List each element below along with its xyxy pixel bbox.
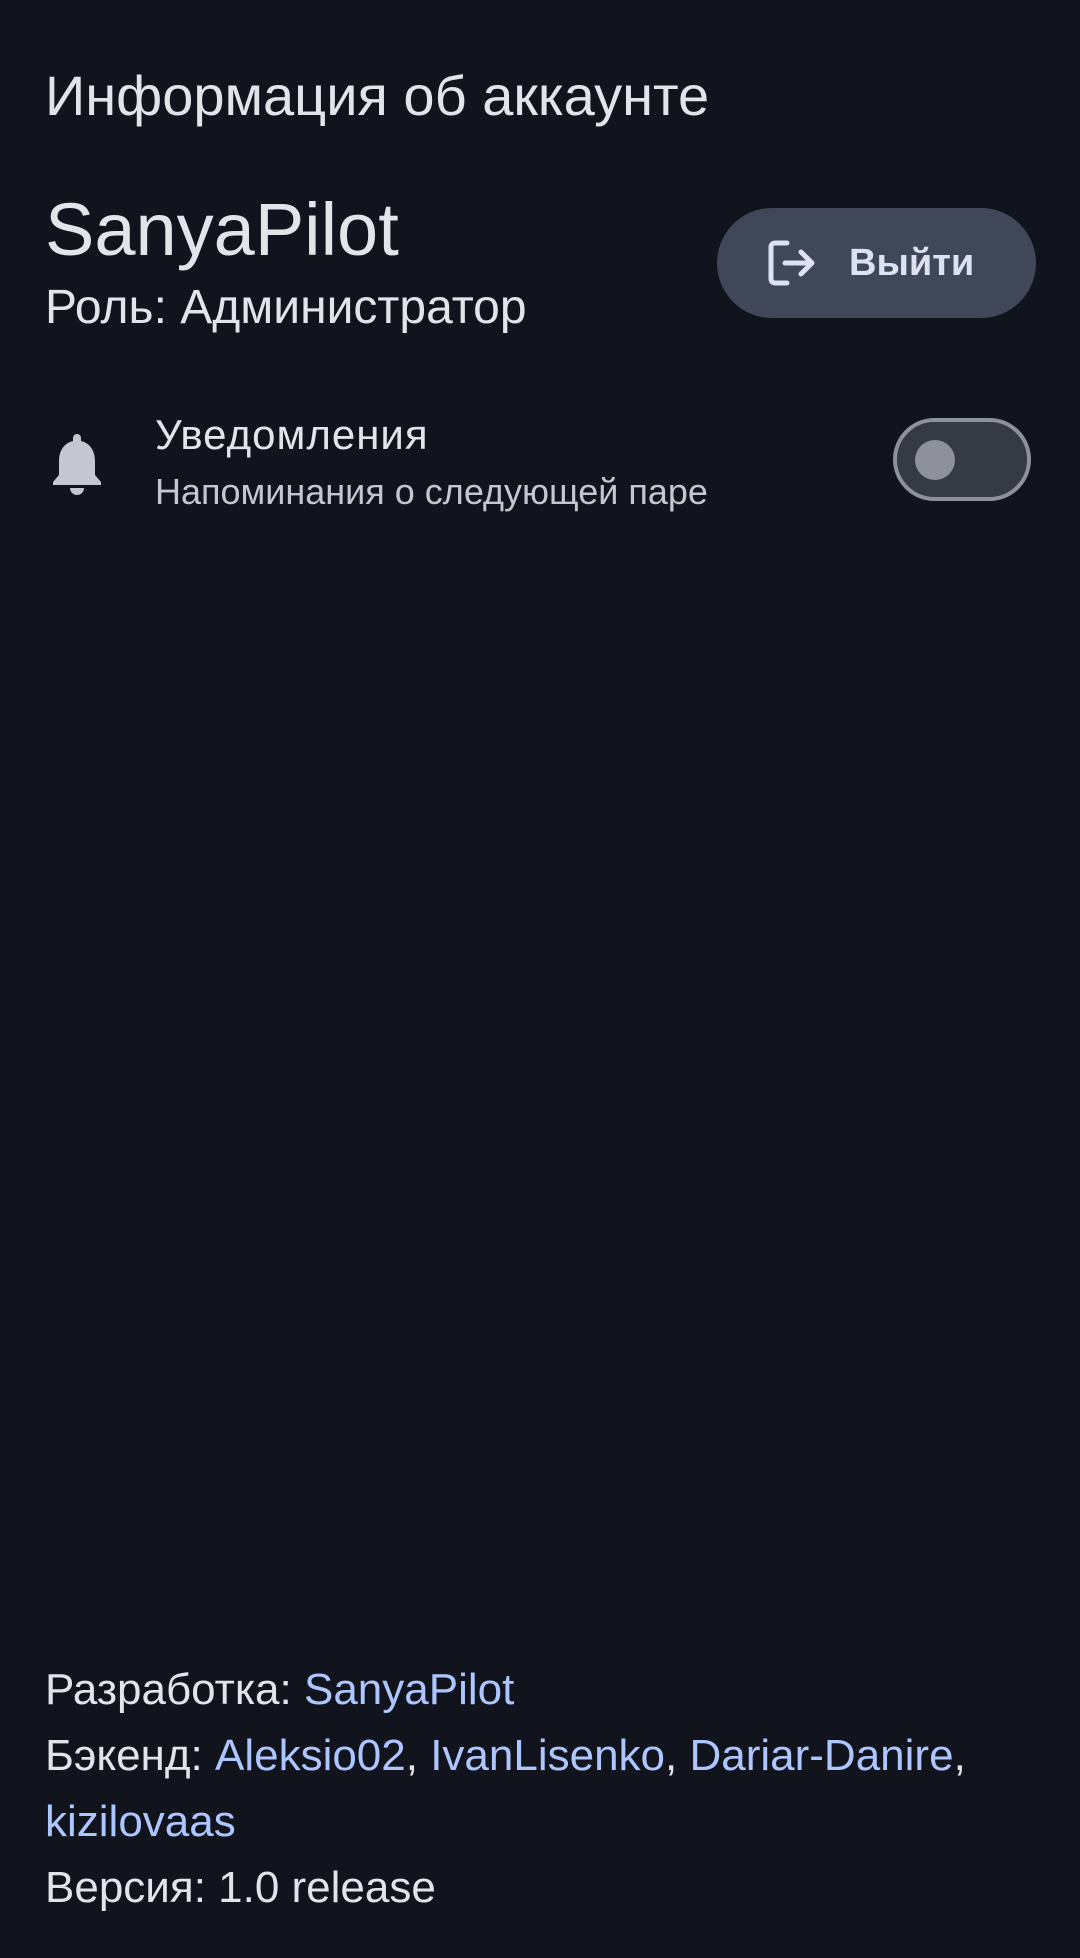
- backend-dev-link[interactable]: Dariar-Danire: [689, 1731, 953, 1780]
- logout-icon: [768, 240, 815, 286]
- separator: ,: [665, 1731, 690, 1780]
- version-text: Версия: 1.0 release: [45, 1863, 436, 1912]
- credits-backend-line-2: kizilovaas: [45, 1789, 1035, 1855]
- account-username: SanyaPilot: [45, 188, 399, 271]
- separator: ,: [953, 1731, 966, 1780]
- backend-label: Бэкенд:: [45, 1731, 215, 1780]
- development-label: Разработка:: [45, 1665, 304, 1714]
- developer-link[interactable]: SanyaPilot: [304, 1665, 514, 1714]
- credits-backend-line: Бэкенд: Aleksio02, IvanLisenko, Dariar-D…: [45, 1723, 1035, 1789]
- notifications-title: Уведомления: [155, 411, 429, 458]
- backend-dev-link[interactable]: kizilovaas: [45, 1797, 236, 1846]
- toggle-knob: [915, 440, 955, 480]
- notifications-row[interactable]: Уведомления Напоминания о следующей паре: [0, 400, 1080, 526]
- bell-icon: [53, 434, 101, 495]
- account-role: Роль: Администратор: [45, 281, 527, 334]
- credits-footer: Разработка: SanyaPilot Бэкенд: Aleksio02…: [45, 1657, 1035, 1921]
- page-title: Информация об аккаунте: [45, 64, 710, 127]
- logout-button-label: Выйти: [849, 242, 975, 284]
- notifications-toggle[interactable]: [893, 418, 1031, 501]
- credits-development-line: Разработка: SanyaPilot: [45, 1657, 1035, 1723]
- backend-dev-link[interactable]: IvanLisenko: [430, 1731, 665, 1780]
- logout-button[interactable]: Выйти: [717, 208, 1036, 318]
- backend-dev-link[interactable]: Aleksio02: [215, 1731, 406, 1780]
- notifications-subtitle: Напоминания о следующей паре: [155, 471, 708, 512]
- separator: ,: [405, 1731, 431, 1780]
